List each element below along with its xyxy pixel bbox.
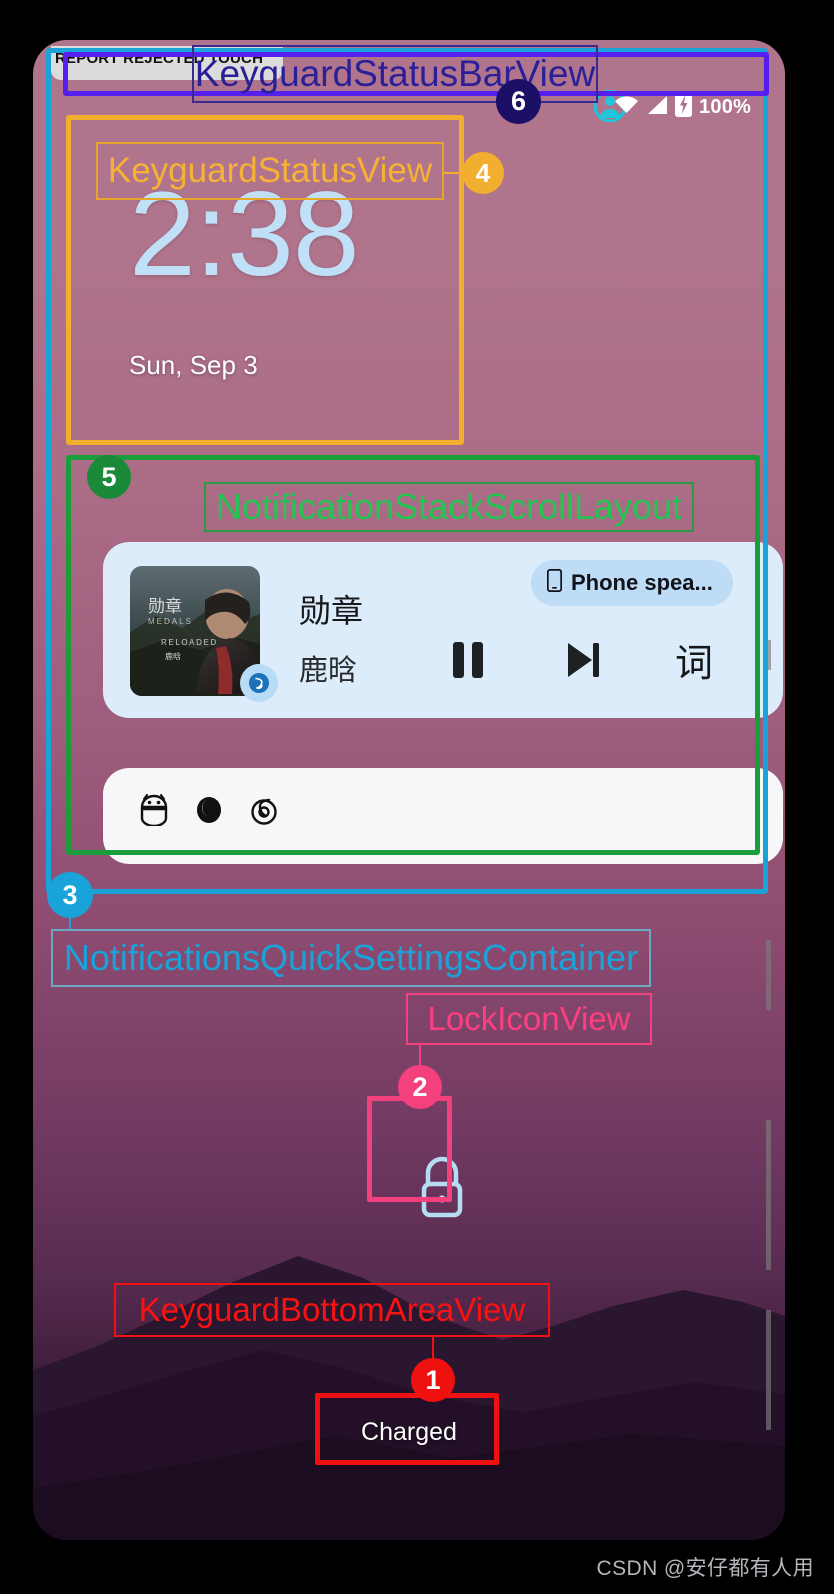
scroll-tick <box>766 1120 771 1270</box>
annotation-label-keyguard-status-view: KeyguardStatusView <box>96 142 444 200</box>
annotation-badge-3: 3 <box>47 872 93 918</box>
annotation-badge-2: 2 <box>398 1065 442 1109</box>
annotation-badge-5: 5 <box>87 455 131 499</box>
annotation-badge-6: 6 <box>496 79 541 124</box>
mountain-silhouette <box>33 1220 785 1540</box>
annotation-leader-4 <box>444 172 464 174</box>
annotation-leader-1 <box>432 1337 434 1359</box>
annotation-label-notifications-quick-settings-container: NotificationsQuickSettingsContainer <box>51 929 651 987</box>
annotation-label-lock-icon-view: LockIconView <box>406 993 652 1045</box>
scroll-tick <box>766 940 771 1010</box>
annotation-leader-2 <box>419 1045 421 1066</box>
annotation-badge-4: 4 <box>462 152 504 194</box>
scroll-tick <box>766 1310 771 1430</box>
annotation-label-keyguard-bottom-area-view: KeyguardBottomAreaView <box>114 1283 550 1337</box>
annotation-label-notification-stack-scroll-layout: NotificationStackScrollLayout <box>204 482 694 532</box>
annotation-box-charged-label <box>315 1393 499 1465</box>
annotation-badge-1: 1 <box>411 1358 455 1402</box>
annotation-box-lock-icon-view <box>367 1096 452 1202</box>
watermark: CSDN @安仔都有人用 <box>596 1557 814 1580</box>
annotation-leader-3 <box>69 916 71 930</box>
